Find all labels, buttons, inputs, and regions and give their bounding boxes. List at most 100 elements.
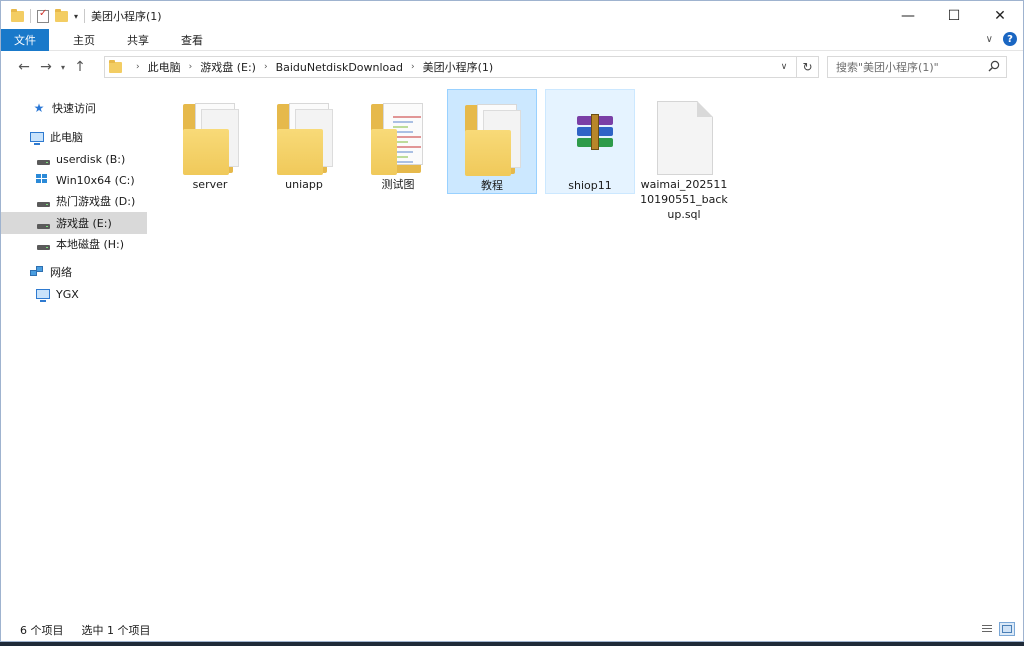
file-item[interactable]: 教程 [447, 89, 537, 194]
drive-icon [35, 216, 51, 230]
sidebar-item-drive-d[interactable]: 热门游戏盘 (D:) [1, 190, 147, 212]
folder-icon [457, 96, 527, 176]
breadcrumb: › 此电脑 › 游戏盘 (E:) › BaiduNetdiskDownload … [105, 57, 497, 77]
sidebar-item-quick-access[interactable]: ★ 快速访问 [1, 97, 147, 119]
sidebar-item-drive-h[interactable]: 本地磁盘 (H:) [1, 233, 147, 255]
sidebar-item-ygx[interactable]: YGX [1, 283, 147, 305]
search-input[interactable] [836, 60, 986, 74]
file-item[interactable]: 测试图 [353, 89, 443, 194]
folder-with-images-icon [363, 95, 433, 175]
details-view-icon [982, 625, 992, 633]
breadcrumb-separator-icon[interactable]: › [185, 62, 197, 72]
large-icons-view-icon [1002, 625, 1012, 633]
close-button[interactable]: ✕ [977, 1, 1023, 31]
file-name-line: waimai_202511 [640, 178, 728, 191]
sidebar-item-label: Win10x64 (C:) [56, 173, 135, 187]
network-icon [29, 265, 45, 279]
folder-icon [11, 8, 24, 22]
sidebar-item-drive-e[interactable]: 游戏盘 (E:) [1, 212, 147, 234]
file-item[interactable]: waimai_202511 10190551_back up.sql [639, 89, 729, 229]
file-name-line: up.sql [667, 208, 701, 221]
forward-arrow-icon[interactable]: → [35, 56, 57, 78]
sidebar-item-this-pc[interactable]: 此电脑 [1, 126, 147, 148]
drive-icon [35, 152, 51, 166]
address-row: ← → ▾ ↑ › 此电脑 › 游戏盘 (E:) › BaiduNetdiskD… [1, 53, 1023, 81]
breadcrumb-item[interactable]: BaiduNetdiskDownload [272, 61, 407, 74]
address-bar[interactable]: › 此电脑 › 游戏盘 (E:) › BaiduNetdiskDownload … [104, 56, 819, 78]
breadcrumb-separator-icon[interactable]: › [260, 62, 272, 72]
blank-file-icon [649, 95, 719, 175]
back-arrow-icon[interactable]: ← [13, 56, 35, 78]
file-name: shiop11 [568, 179, 612, 192]
drive-icon [35, 237, 51, 251]
file-item[interactable]: server [165, 89, 255, 194]
tab-view[interactable]: 查看 [167, 29, 217, 51]
sidebar-item-label: 热门游戏盘 (D:) [56, 195, 136, 208]
tab-file[interactable]: 文件 [1, 28, 49, 51]
tab-home[interactable]: 主页 [59, 29, 109, 51]
toolbar-separator [30, 9, 31, 23]
up-arrow-icon[interactable]: ↑ [69, 56, 91, 78]
navigation-pane: ★ 快速访问 此电脑 userdisk (B:) Win10x64 (C:) 热… [1, 83, 149, 615]
window-controls: — ☐ ✕ [885, 1, 1023, 31]
search-box[interactable] [827, 56, 1007, 78]
folder-icon [175, 95, 245, 175]
ribbon-tabs: 文件 主页 共享 查看 ∨ ? [1, 28, 1023, 51]
breadcrumb-item[interactable]: 美团小程序(1) [419, 59, 498, 75]
recent-locations-chevron-icon[interactable]: ▾ [57, 56, 69, 78]
item-count: 6 个项目 [20, 624, 64, 637]
sidebar-item-network[interactable]: 网络 [1, 261, 147, 283]
customize-toolbar-dropdown-icon[interactable]: ▾ [74, 12, 78, 21]
star-icon: ★ [33, 101, 45, 115]
file-name: server [192, 178, 228, 191]
refresh-icon[interactable]: ↻ [796, 57, 818, 77]
address-dropdown-icon[interactable]: ∨ [776, 57, 792, 77]
status-bar: 6 个项目 选中 1 个项目 [1, 619, 1023, 641]
file-item[interactable]: shiop11 [545, 89, 635, 194]
pc-icon [29, 130, 45, 145]
properties-icon[interactable] [37, 8, 49, 23]
minimize-button[interactable]: — [885, 1, 931, 31]
file-name-line: 10190551_back [640, 193, 728, 206]
sidebar-item-drive-c[interactable]: Win10x64 (C:) [1, 169, 147, 191]
view-toggle [979, 622, 1015, 636]
breadcrumb-item[interactable]: 此电脑 [144, 59, 185, 75]
sidebar-item-label: 游戏盘 (E:) [56, 217, 112, 230]
folder-icon [269, 95, 339, 175]
sidebar-item-label: 快速访问 [52, 102, 96, 115]
title-bar: ▾ 美团小程序(1) — ☐ ✕ [1, 1, 1023, 31]
toolbar-separator [84, 9, 86, 23]
window-title: 美团小程序(1) [91, 10, 162, 23]
search-icon[interactable] [988, 60, 1000, 72]
new-folder-icon[interactable] [55, 8, 68, 22]
sidebar-item-label: userdisk (B:) [56, 152, 126, 166]
folder-icon [109, 59, 122, 73]
tab-share[interactable]: 共享 [113, 29, 163, 51]
vertical-scrollbar[interactable] [1009, 83, 1023, 615]
sidebar-item-label: 网络 [50, 266, 72, 279]
breadcrumb-item[interactable]: 游戏盘 (E:) [196, 59, 260, 75]
file-item[interactable]: uniapp [259, 89, 349, 194]
file-list: server uniapp 测试图 教程 shiop11 waimai_2025… [151, 83, 1011, 615]
file-name: uniapp [285, 178, 323, 191]
sidebar-item-label: YGX [56, 287, 79, 301]
windows-drive-icon [35, 173, 51, 187]
quick-access-toolbar: ▾ [1, 8, 86, 23]
sidebar-item-drive-b[interactable]: userdisk (B:) [1, 148, 147, 170]
expand-ribbon-chevron-icon[interactable]: ∨ [986, 34, 993, 45]
explorer-window: ▾ 美团小程序(1) — ☐ ✕ 文件 主页 共享 查看 ∨ ? ← → ▾ ↑… [0, 0, 1024, 642]
help-icon[interactable]: ? [1003, 32, 1017, 46]
winrar-archive-icon [555, 96, 625, 172]
maximize-button[interactable]: ☐ [931, 1, 977, 31]
selection-count: 选中 1 个项目 [81, 624, 151, 637]
sidebar-item-label: 此电脑 [50, 131, 83, 144]
sidebar-item-label: 本地磁盘 (H:) [56, 238, 125, 251]
breadcrumb-separator-icon[interactable]: › [132, 62, 144, 72]
details-view-button[interactable] [979, 622, 995, 636]
breadcrumb-separator-icon[interactable]: › [407, 62, 419, 72]
drive-icon [35, 194, 51, 208]
pc-icon [35, 287, 51, 302]
ribbon-right-controls: ∨ ? [986, 32, 1017, 46]
large-icons-view-button[interactable] [999, 622, 1015, 636]
file-name: waimai_202511 10190551_back up.sql [640, 177, 728, 222]
